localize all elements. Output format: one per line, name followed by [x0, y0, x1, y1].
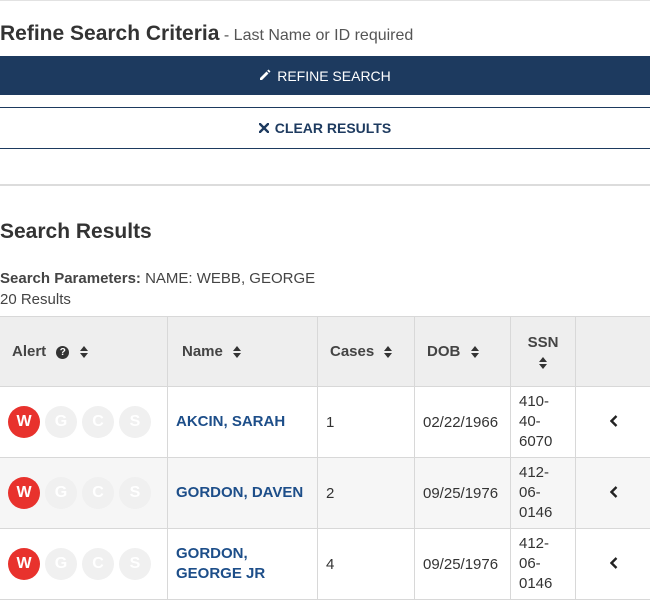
dob-cell: 09/25/1976 [414, 528, 511, 600]
name-column-header[interactable]: Name [167, 316, 318, 387]
sort-icon[interactable] [384, 346, 393, 359]
cases-cell: 4 [317, 528, 415, 600]
s-alert-badge: S [119, 477, 151, 509]
clear-results-label: CLEAR RESULTS [274, 120, 392, 136]
results-table: Alert ? Name Cases DOB SSN W G C S AKCIN… [0, 316, 650, 600]
person-name-link[interactable]: GORDON, GEORGE JR [176, 545, 265, 582]
search-parameters: Search Parameters: NAME: WEBB, GEORGE 20… [0, 268, 315, 310]
alert-cell: W G C S [0, 386, 168, 458]
person-name-link[interactable]: AKCIN, SARAH [176, 413, 285, 430]
ssn-cell: 410- 40- 6070 [510, 386, 576, 458]
warrant-alert-badge[interactable]: W [8, 548, 40, 580]
results-title: Search Results [0, 220, 152, 243]
sort-icon[interactable] [470, 346, 479, 359]
chevron-left-icon[interactable] [609, 485, 618, 502]
dob-header-label: DOB [427, 343, 461, 360]
c-alert-badge: C [82, 406, 114, 438]
name-cell: GORDON, GEORGE JR [167, 528, 318, 600]
refine-subtitle: - Last Name or ID required [223, 27, 414, 44]
g-alert-badge: G [45, 548, 77, 580]
chevron-left-icon[interactable] [609, 556, 618, 573]
cases-cell: 2 [317, 457, 415, 529]
cases-header-label: Cases [330, 343, 375, 360]
chevron-left-icon[interactable] [609, 414, 618, 431]
alert-header-label: Alert [12, 343, 47, 360]
name-cell: AKCIN, SARAH [167, 386, 318, 458]
g-alert-badge: G [45, 406, 77, 438]
expand-cell[interactable] [575, 386, 650, 458]
sort-icon[interactable] [539, 356, 547, 369]
name-cell: GORDON, DAVEN [167, 457, 318, 529]
table-header-row: Alert ? Name Cases DOB SSN [0, 316, 650, 387]
refine-heading: Refine Search Criteria - Last Name or ID… [0, 22, 413, 46]
params-label: Search Parameters: [0, 270, 141, 287]
ssn-header-label: SSN [527, 334, 559, 352]
s-alert-badge: S [119, 406, 151, 438]
ssn-cell: 412- 06- 0146 [510, 528, 576, 600]
cases-cell: 1 [317, 386, 415, 458]
top-divider [0, 0, 650, 1]
c-alert-badge: C [82, 477, 114, 509]
ssn-cell: 412- 06- 0146 [510, 457, 576, 529]
question-circle-icon[interactable]: ? [56, 345, 70, 359]
expand-cell[interactable] [575, 528, 650, 600]
dob-cell: 02/22/1966 [414, 386, 511, 458]
alert-cell: W G C S [0, 457, 168, 529]
times-icon [258, 120, 269, 136]
section-divider [0, 184, 650, 186]
dob-column-header[interactable]: DOB [414, 316, 511, 387]
s-alert-badge: S [119, 548, 151, 580]
g-alert-badge: G [45, 477, 77, 509]
c-alert-badge: C [82, 548, 114, 580]
expand-cell[interactable] [575, 457, 650, 529]
dob-cell: 09/25/1976 [414, 457, 511, 529]
params-value: NAME: WEBB, GEORGE [145, 270, 316, 287]
name-header-label: Name [182, 343, 223, 360]
person-name-link[interactable]: GORDON, DAVEN [176, 484, 303, 501]
alert-cell: W G C S [0, 528, 168, 600]
actions-column-header [575, 316, 650, 387]
sort-icon[interactable] [79, 346, 88, 359]
sort-icon[interactable] [233, 346, 242, 359]
table-row[interactable]: W G C S GORDON, DAVEN 2 09/25/1976 412- … [0, 457, 650, 529]
refine-search-label: REFINE SEARCH [277, 67, 391, 84]
table-row[interactable]: W G C S GORDON, GEORGE JR 4 09/25/1976 4… [0, 528, 650, 600]
warrant-alert-badge[interactable]: W [8, 406, 40, 438]
ssn-column-header[interactable]: SSN [510, 316, 576, 387]
table-row[interactable]: W G C S AKCIN, SARAH 1 02/22/1966 410- 4… [0, 386, 650, 458]
pencil-icon [259, 68, 271, 84]
cases-column-header[interactable]: Cases [317, 316, 415, 387]
warrant-alert-badge[interactable]: W [8, 477, 40, 509]
refine-title: Refine Search Criteria [0, 22, 220, 45]
clear-results-button[interactable]: CLEAR RESULTS [0, 107, 650, 149]
results-count: 20 Results [0, 291, 71, 308]
alert-column-header[interactable]: Alert ? [0, 316, 168, 387]
refine-search-button[interactable]: REFINE SEARCH [0, 56, 650, 95]
